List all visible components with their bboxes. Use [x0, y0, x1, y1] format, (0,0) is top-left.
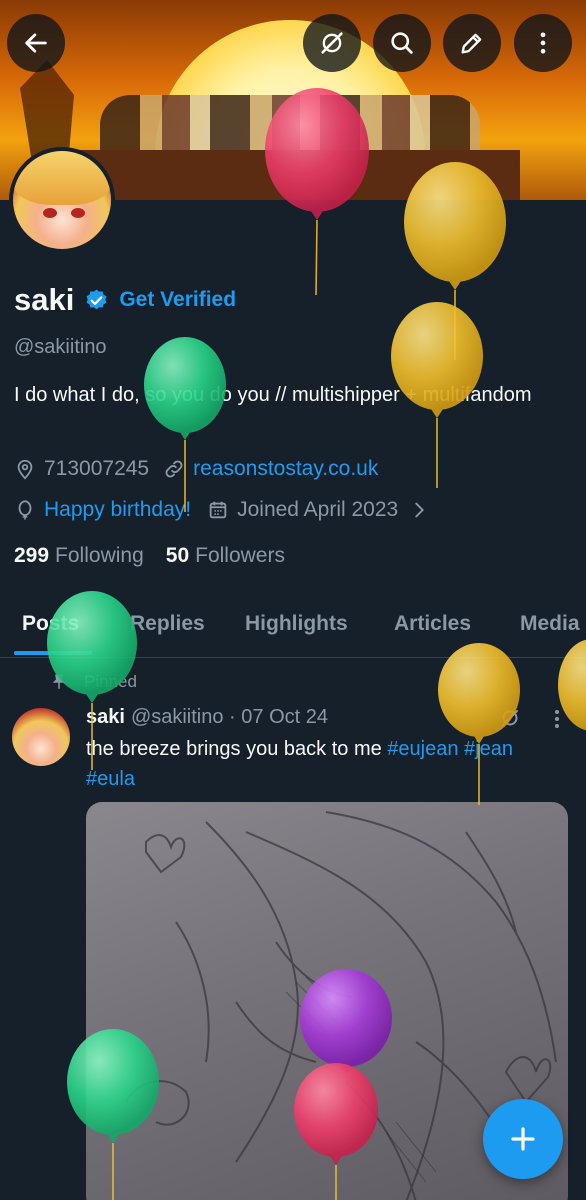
tab-posts[interactable]: Posts [22, 612, 79, 636]
edit-icon [461, 33, 482, 54]
post-author-avatar[interactable] [12, 708, 70, 766]
followers-stat[interactable]: 50 Followers [166, 544, 285, 568]
tab-replies[interactable]: Replies [130, 612, 205, 636]
arrow-left-icon [25, 33, 47, 53]
compose-post-button[interactable] [483, 1099, 563, 1179]
avatar-image [13, 151, 111, 249]
following-count: 299 [14, 544, 50, 567]
profile-handle: @sakiitino [14, 336, 107, 358]
followers-label: Followers [195, 544, 285, 567]
banner-table [80, 150, 520, 200]
profile-location: 713007245 [44, 457, 150, 480]
location-icon [17, 459, 33, 480]
pinned-label: Pinned [84, 672, 137, 691]
profile-bio: I do what I do, so you do you // multish… [14, 384, 532, 406]
post-more-icon[interactable] [546, 706, 568, 732]
followers-count: 50 [165, 544, 190, 567]
profile-tabs: Posts Replies Highlights Articles Media [0, 600, 586, 658]
active-tab-indicator [14, 651, 92, 655]
pinned-indicator: Pinned [50, 672, 137, 692]
plus-icon [511, 1127, 535, 1151]
link-icon [165, 460, 183, 478]
get-verified-link[interactable]: Get Verified [119, 288, 236, 312]
profile-name: saki [14, 282, 75, 317]
search-icon [391, 32, 413, 54]
grok-icon[interactable] [498, 706, 522, 730]
no-sync-button[interactable] [303, 14, 361, 72]
profile-website-link[interactable]: reasonstostay.co.uk [193, 457, 378, 481]
following-label: Following [55, 544, 144, 567]
birthday-link[interactable]: Happy birthday! [44, 498, 191, 522]
profile-meta-row-2: Happy birthday! Joined April 2023 [14, 498, 438, 522]
post-author-name[interactable]: saki [86, 706, 125, 729]
more-options-button[interactable] [514, 14, 572, 72]
profile-meta-row-1: 713007245 reasonstostay.co.uk [14, 457, 378, 481]
balloon-icon [18, 500, 32, 520]
hashtag-link[interactable]: #eujean [387, 738, 458, 760]
following-stat[interactable]: 299 Following [14, 544, 144, 568]
post-body: the breeze brings you back to me [86, 738, 382, 760]
joined-date: Joined April 2023 [237, 498, 399, 521]
balloon-green-1 [144, 337, 226, 512]
name-row: saki Get Verified [14, 282, 236, 318]
post-text: the breeze brings you back to me #eujean… [86, 734, 566, 794]
profile-avatar[interactable] [9, 147, 115, 253]
calendar-icon [209, 501, 227, 519]
back-button[interactable] [7, 14, 65, 72]
tab-articles[interactable]: Articles [394, 612, 471, 636]
pin-icon [52, 674, 66, 689]
hashtag-link[interactable]: #eula [86, 768, 135, 790]
post-header: saki @sakiitino · 07 Oct 24 [86, 706, 328, 729]
chevron-right-icon[interactable] [408, 499, 430, 521]
tab-highlights[interactable]: Highlights [245, 612, 348, 636]
more-vertical-icon [540, 32, 546, 54]
tab-media[interactable]: Media [520, 612, 580, 636]
post-author-meta: @sakiitino · 07 Oct 24 [130, 706, 328, 728]
verified-badge-icon [86, 289, 107, 309]
edit-button[interactable] [443, 14, 501, 72]
hashtag-link[interactable]: #jean [464, 738, 513, 760]
no-sync-icon [321, 32, 343, 54]
follow-stats: 299 Following 50 Followers [14, 544, 285, 568]
search-button[interactable] [373, 14, 431, 72]
